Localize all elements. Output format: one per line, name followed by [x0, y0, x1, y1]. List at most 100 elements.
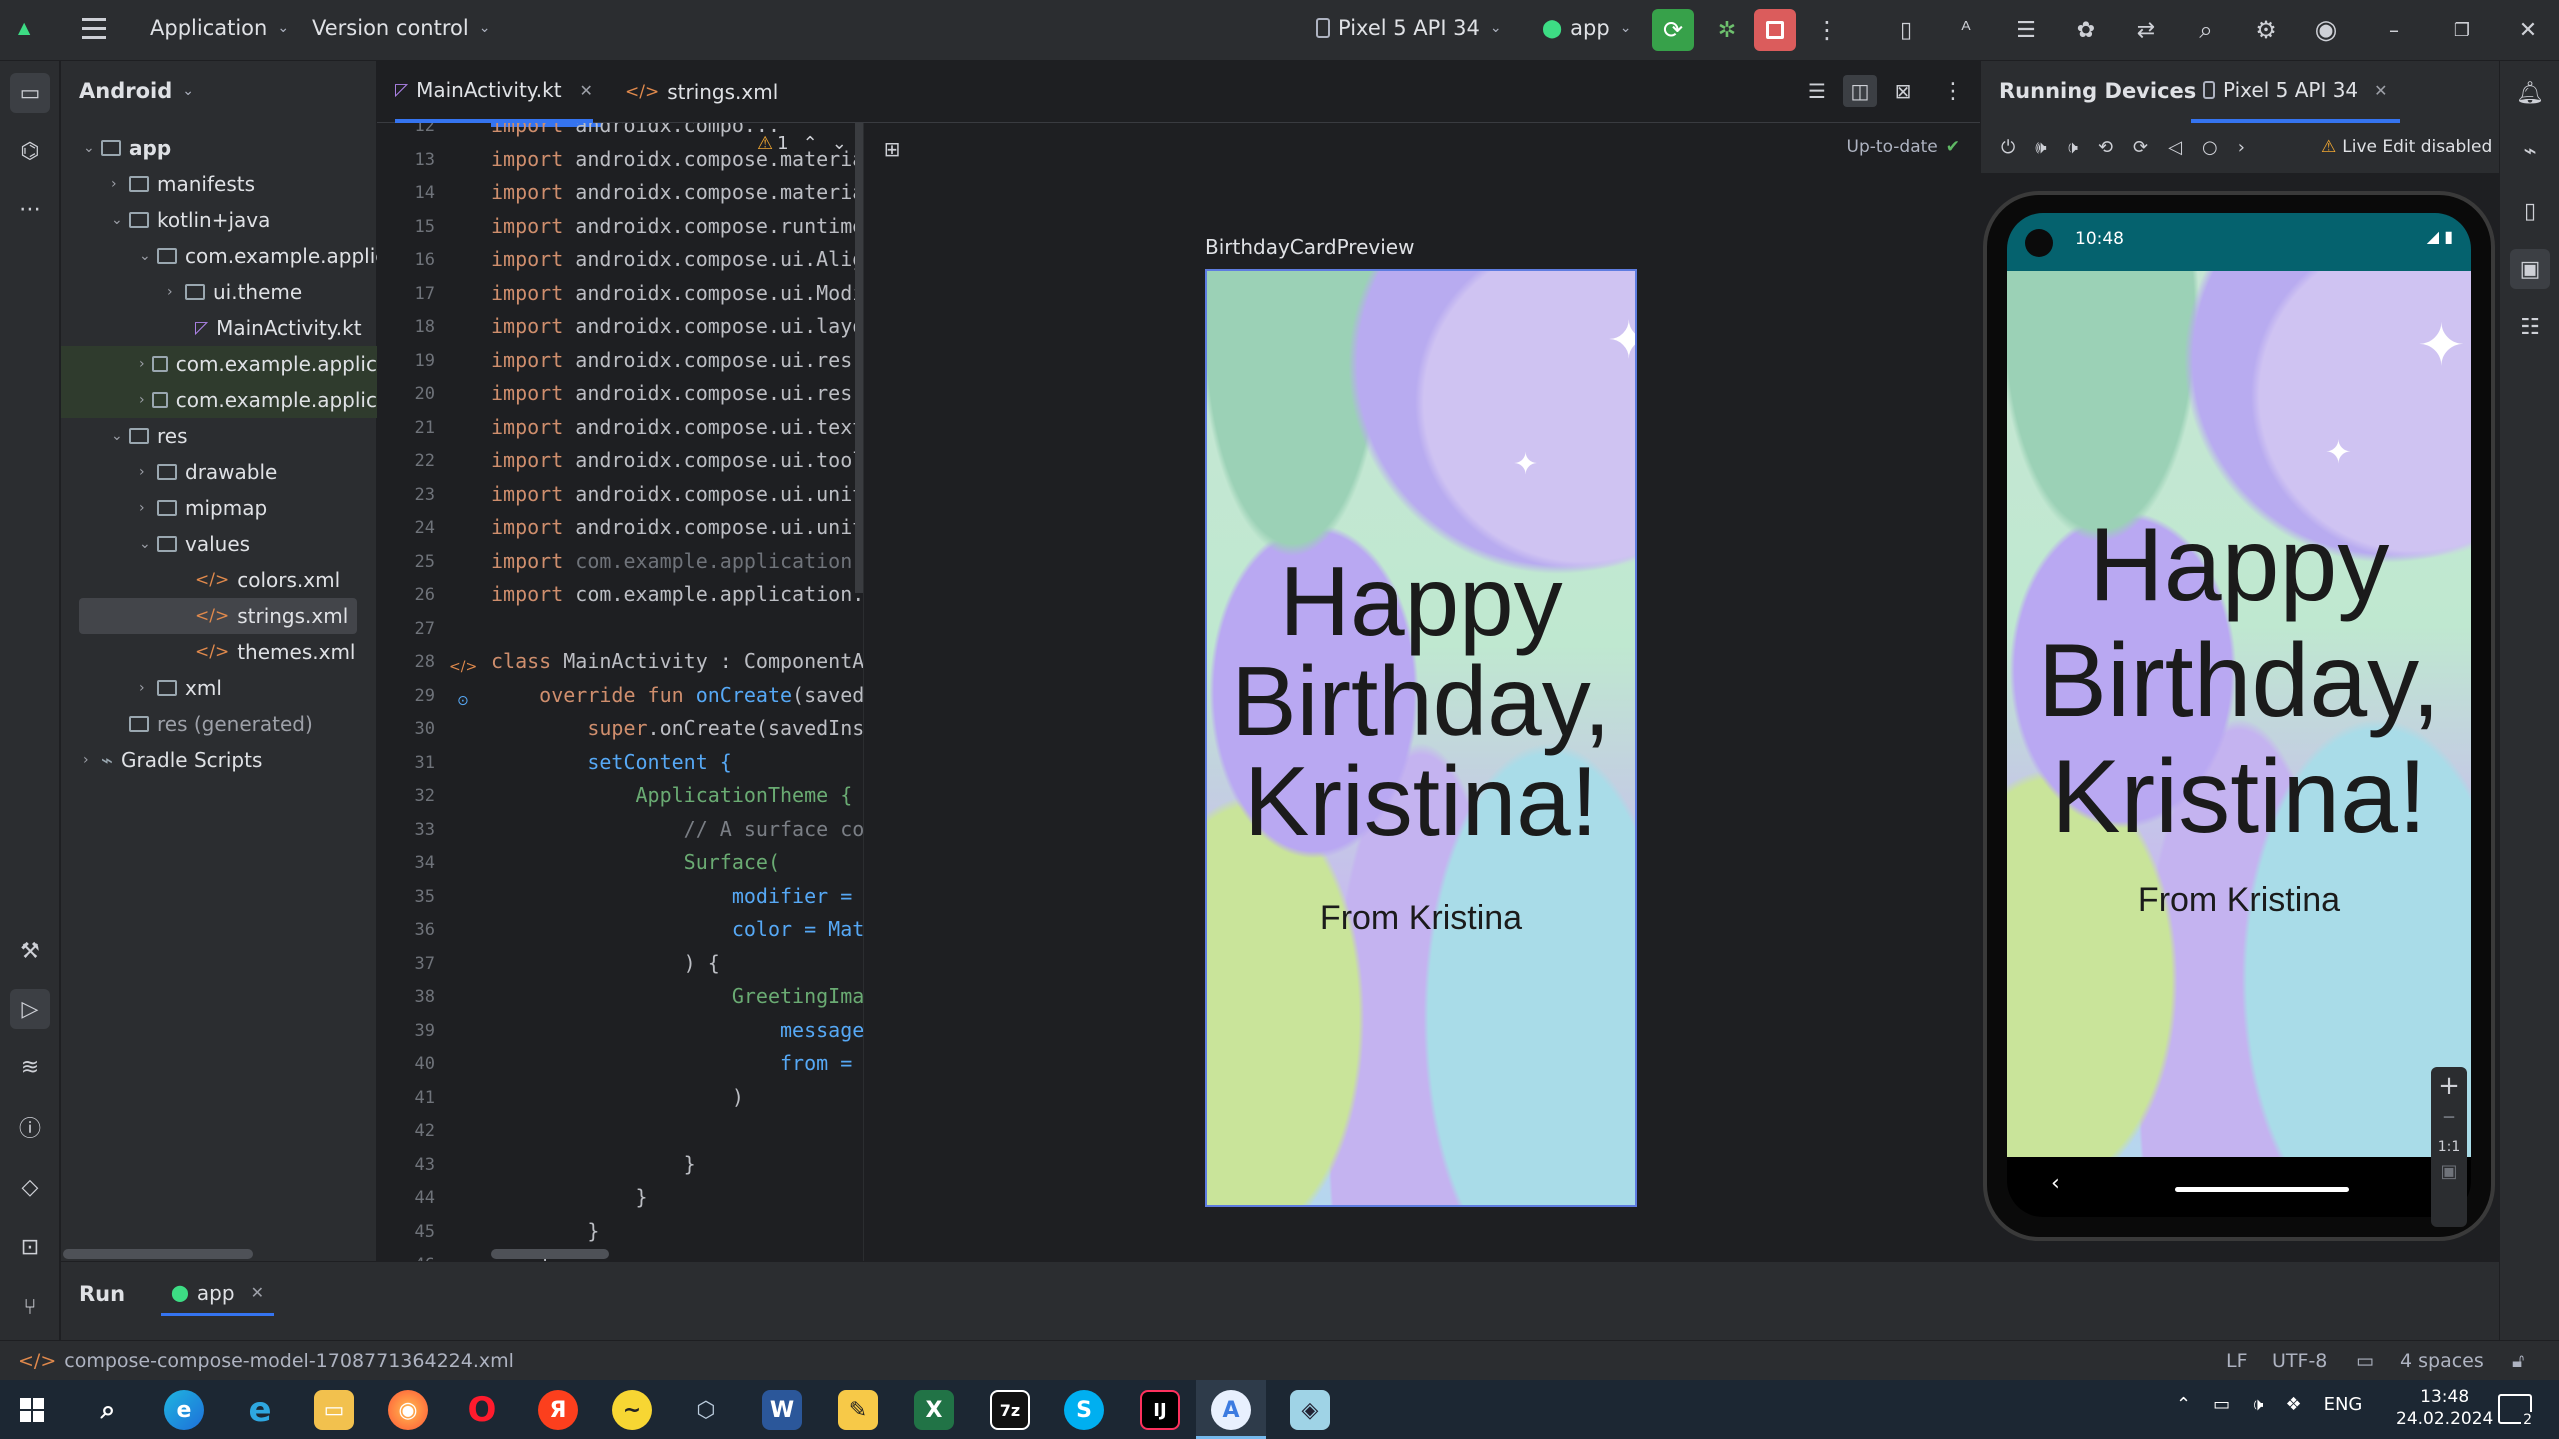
vcs-menu[interactable]: Version control ⌄ [312, 16, 490, 40]
gesture-handle[interactable] [2175, 1187, 2349, 1192]
notifications-icon[interactable]: 🔔︎ [2510, 73, 2550, 113]
dropbox-icon[interactable]: ❖ [2285, 1394, 2301, 1415]
code-line[interactable]: message [491, 1018, 863, 1042]
tree-node-mipmap[interactable]: › mipmap [139, 490, 267, 526]
account-icon[interactable]: ◉ [2308, 12, 2344, 48]
project-menu[interactable]: Application ⌄ [150, 16, 289, 40]
code-line[interactable]: color = Mat [491, 917, 863, 941]
language-indicator[interactable]: ENG [2324, 1394, 2363, 1415]
file-encoding[interactable]: UTF-8 [2272, 1350, 2327, 1372]
code-line[interactable]: import androidx.compose.ui.tool [491, 448, 863, 472]
opera-icon[interactable]: O [462, 1390, 502, 1430]
restore-icon[interactable]: ❐ [2444, 12, 2480, 48]
tree-node-gradle-scripts[interactable]: › ⌁ Gradle Scripts [83, 742, 262, 778]
tray-chevron-up-icon[interactable]: ⌃ [2176, 1394, 2191, 1415]
qbittorrent-icon[interactable]: ~ [612, 1390, 652, 1430]
debug-icon[interactable]: ✲ [1706, 9, 1748, 51]
logcat-icon[interactable]: ≋ [10, 1047, 50, 1087]
power-icon[interactable]: ⏻ [2001, 137, 2015, 158]
readonly-toggle-icon[interactable]: ▭ [2356, 1350, 2374, 1372]
firefox-icon[interactable]: ◉ [388, 1390, 428, 1430]
code-editor[interactable]: ⚠ 1 ⌃ ⌄ 12 import androidx.compo... 13 impo… [377, 123, 863, 1261]
code-line[interactable]: import androidx.compose.ui.res. [491, 381, 863, 405]
code-line[interactable]: import com.example.application. [491, 549, 863, 573]
device-tab[interactable]: Pixel 5 API 34 ✕ [2191, 61, 2400, 123]
notepad-icon[interactable]: ✎ [838, 1390, 878, 1430]
run-config-selector[interactable]: ⬤ app ⌄ [1542, 16, 1631, 40]
back-icon[interactable]: ◁ [2168, 137, 2182, 158]
code-line[interactable]: import androidx.compose.ui.unit [491, 482, 863, 506]
project-view-selector[interactable]: Android ⌄ [79, 79, 194, 103]
skype-icon[interactable]: S [1064, 1390, 1104, 1430]
tree-node-strings-xml[interactable]: </> strings.xml [79, 598, 357, 634]
code-line[interactable]: } [491, 1152, 696, 1176]
plugins-icon[interactable]: ✿ [2068, 12, 2104, 48]
rerun-button[interactable]: ⟳ [1652, 9, 1694, 51]
resource-manager-icon[interactable]: ⌬ [10, 131, 50, 171]
code-line[interactable]: class MainActivity : ComponentA [491, 649, 863, 673]
code-line[interactable]: override fun onCreate(saved [491, 683, 863, 707]
status-file-path[interactable]: compose-compose-model-1708771364224.xml [64, 1350, 514, 1372]
ie-browser-icon[interactable]: e [240, 1390, 280, 1430]
volume-icon[interactable]: 🕩 [2252, 1394, 2263, 1415]
app-quality-icon[interactable]: ◇ [10, 1167, 50, 1207]
run-tool-icon[interactable]: ▷ [10, 989, 50, 1029]
version-control-icon[interactable]: ⑂ [10, 1287, 50, 1327]
device-manager-icon[interactable]: ▯ [2510, 191, 2550, 231]
more-tools-icon[interactable]: ⋯ [10, 189, 50, 229]
code-line[interactable]: import androidx.compose.ui.Modi [491, 281, 863, 305]
overview-icon[interactable]: › [2238, 137, 2245, 158]
android-studio-taskbar-active[interactable]: A [1196, 1380, 1266, 1439]
code-line[interactable]: ) { [491, 951, 720, 975]
design-view-icon[interactable]: ⊠ [1887, 75, 1919, 107]
indent-setting[interactable]: 4 spaces [2400, 1350, 2484, 1372]
preview-layout-icon[interactable]: ⊞ [878, 135, 906, 163]
tree-node-ui-theme[interactable]: › ui.theme [167, 274, 302, 310]
windows-start-icon[interactable] [20, 1398, 44, 1422]
nav-back-icon[interactable]: ‹ [2051, 1171, 2060, 1196]
code-line[interactable]: ) [491, 1085, 744, 1109]
code-line[interactable]: ApplicationTheme { [491, 783, 852, 807]
intellij-icon[interactable]: IJ [1140, 1390, 1180, 1430]
stop-button[interactable] [1754, 9, 1796, 51]
birthday-card-preview[interactable]: ✦ ✦ Happy Birthday, Kristina! From Krist… [1205, 269, 1637, 1207]
code-line[interactable]: import androidx.compo... [491, 123, 780, 137]
tree-node-xml[interactable]: › xml [139, 670, 222, 706]
tree-node-mainactivity[interactable]: ◸ MainActivity.kt [195, 310, 362, 346]
terminal-icon[interactable]: ⊡ [10, 1227, 50, 1267]
tree-node-values[interactable]: ⌄ values [139, 526, 250, 562]
volume-up-icon[interactable]: 🕪 [2035, 137, 2046, 158]
close-tab-icon[interactable]: ✕ [580, 81, 593, 100]
close-window-icon[interactable]: ✕ [2510, 12, 2546, 48]
problems-icon[interactable]: ⓘ [10, 1107, 50, 1147]
gradle-tool-icon[interactable]: ⌁ [2510, 131, 2550, 171]
tree-node-kotlin-java[interactable]: ⌄ kotlin+java [111, 202, 270, 238]
code-line[interactable]: } [491, 1219, 599, 1243]
zoom-in-icon[interactable]: + [2431, 1071, 2467, 1101]
volume-down-icon[interactable]: 🕩 [2067, 137, 2078, 158]
code-line[interactable]: GreetingIma [491, 984, 863, 1008]
minimize-icon[interactable]: – [2376, 12, 2412, 48]
device-selector[interactable]: Pixel 5 API 34 ⌄ [1316, 16, 1502, 40]
tree-node-res-generated[interactable]: res (generated) [129, 706, 313, 742]
horizontal-scrollbar[interactable] [63, 1249, 253, 1259]
build-hammer-icon[interactable]: ⚒ [10, 931, 50, 971]
fit-screen-icon[interactable]: ▣ [2431, 1161, 2467, 1182]
code-line[interactable]: import androidx.compose.ui.Alig [491, 247, 863, 271]
device-manager-icon[interactable]: ▯ [1888, 12, 1924, 48]
live-edit-status[interactable]: ⚠ Live Edit disabled [2321, 137, 2492, 157]
editor-horizontal-scrollbar[interactable] [491, 1249, 609, 1259]
line-separator[interactable]: LF [2226, 1350, 2248, 1372]
editor-vertical-scrollbar[interactable] [855, 123, 863, 593]
project-folder-icon[interactable]: ▭ [10, 73, 50, 113]
tree-node-app[interactable]: ⌄ app [83, 130, 171, 166]
code-line[interactable]: import androidx.compose.runtime [491, 214, 863, 238]
hamburger-menu-icon[interactable] [82, 18, 106, 40]
sync-gradle-icon[interactable]: ⇄ [2128, 12, 2164, 48]
code-line[interactable]: import androidx.compose.ui.text [491, 415, 863, 439]
zoom-ratio[interactable]: 1:1 [2431, 1139, 2467, 1155]
tree-node-res[interactable]: ⌄ res [111, 418, 188, 454]
structure-list-icon[interactable]: ☷ [2510, 307, 2550, 347]
code-view-icon[interactable]: ☰ [1801, 75, 1833, 107]
code-line[interactable]: super.onCreate(savedIns [491, 716, 863, 740]
